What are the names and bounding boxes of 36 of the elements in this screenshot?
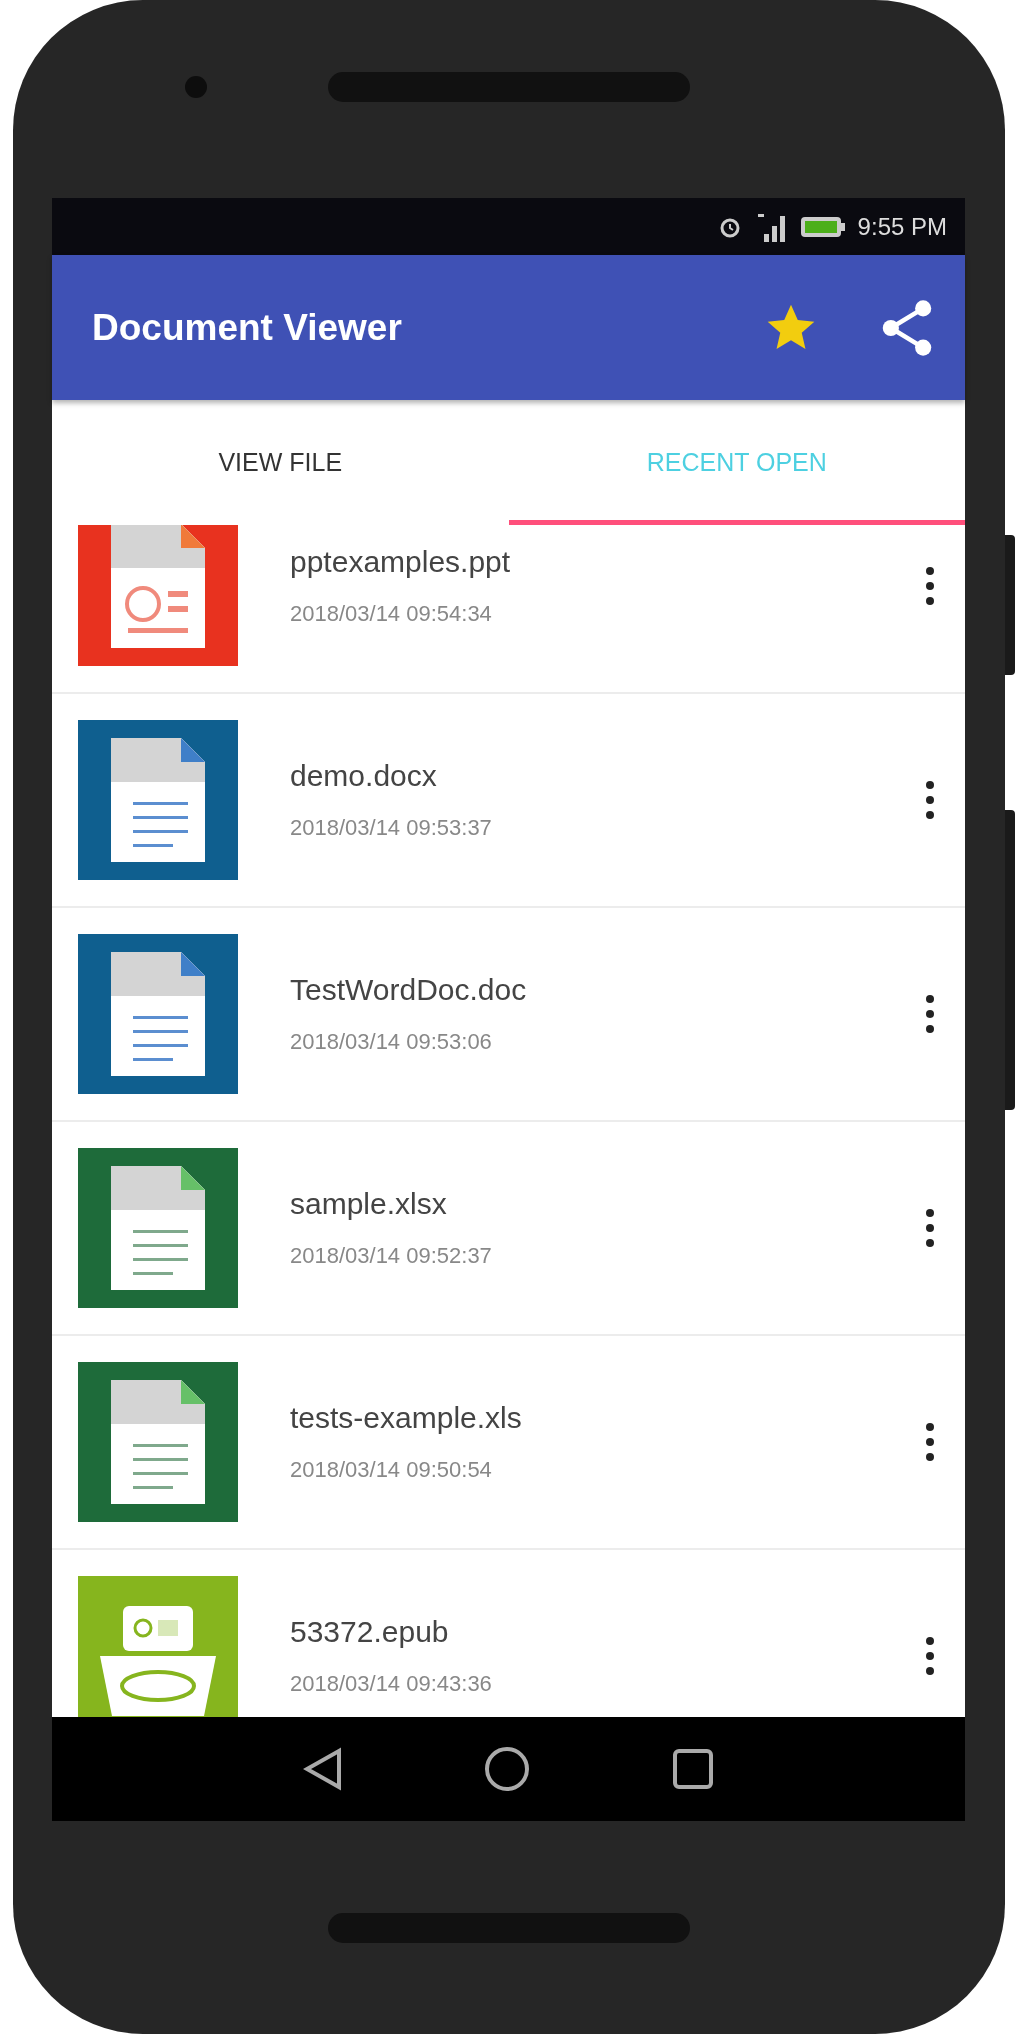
- file-name: demo.docx: [290, 759, 438, 793]
- file-date: 2018/03/14 09:52:37: [290, 1243, 493, 1269]
- more-options-icon[interactable]: [925, 566, 935, 606]
- document-icon: [78, 1148, 238, 1308]
- file-row[interactable]: demo.docx 2018/03/14 09:53:37: [52, 694, 965, 908]
- status-time: 9:55 PM: [857, 212, 947, 241]
- app-title: Document Viewer: [92, 306, 403, 349]
- document-icon: [78, 1362, 238, 1522]
- file-date: 2018/03/14 09:53:06: [290, 1029, 493, 1055]
- more-options-icon[interactable]: [925, 994, 935, 1034]
- file-date: 2018/03/14 09:50:54: [290, 1457, 493, 1483]
- camera-lens: [185, 76, 207, 98]
- file-row[interactable]: sample.xlsx 2018/03/14 09:52:37: [52, 1122, 965, 1336]
- file-date: 2018/03/14 09:43:36: [290, 1671, 493, 1697]
- file-row[interactable]: tests-example.xls 2018/03/14 09:50:54: [52, 1336, 965, 1550]
- more-options-icon[interactable]: [925, 1636, 935, 1676]
- document-icon: [78, 525, 238, 666]
- file-row[interactable]: TestWordDoc.doc 2018/03/14 09:53:06: [52, 908, 965, 1122]
- file-name: TestWordDoc.doc: [290, 973, 528, 1007]
- file-name: 53372.epub: [290, 1615, 450, 1649]
- file-name: tests-example.xls: [290, 1401, 523, 1435]
- more-options-icon[interactable]: [925, 1208, 935, 1248]
- home-icon[interactable]: [482, 1745, 531, 1793]
- back-icon[interactable]: [302, 1747, 343, 1791]
- document-icon: [78, 720, 238, 880]
- more-options-icon[interactable]: [925, 1422, 935, 1462]
- more-options-icon[interactable]: [925, 780, 935, 820]
- recent-apps-icon[interactable]: [670, 1747, 715, 1791]
- file-name: pptexamples.ppt: [290, 545, 512, 579]
- epub-book-icon: [78, 1576, 238, 1717]
- file-name: sample.xlsx: [290, 1187, 448, 1221]
- file-date: 2018/03/14 09:53:37: [290, 815, 493, 841]
- file-row[interactable]: pptexamples.ppt 2018/03/14 09:54:34: [52, 525, 965, 694]
- document-icon: [78, 934, 238, 1094]
- battery-icon: [799, 214, 846, 239]
- file-date: 2018/03/14 09:54:34: [290, 601, 493, 627]
